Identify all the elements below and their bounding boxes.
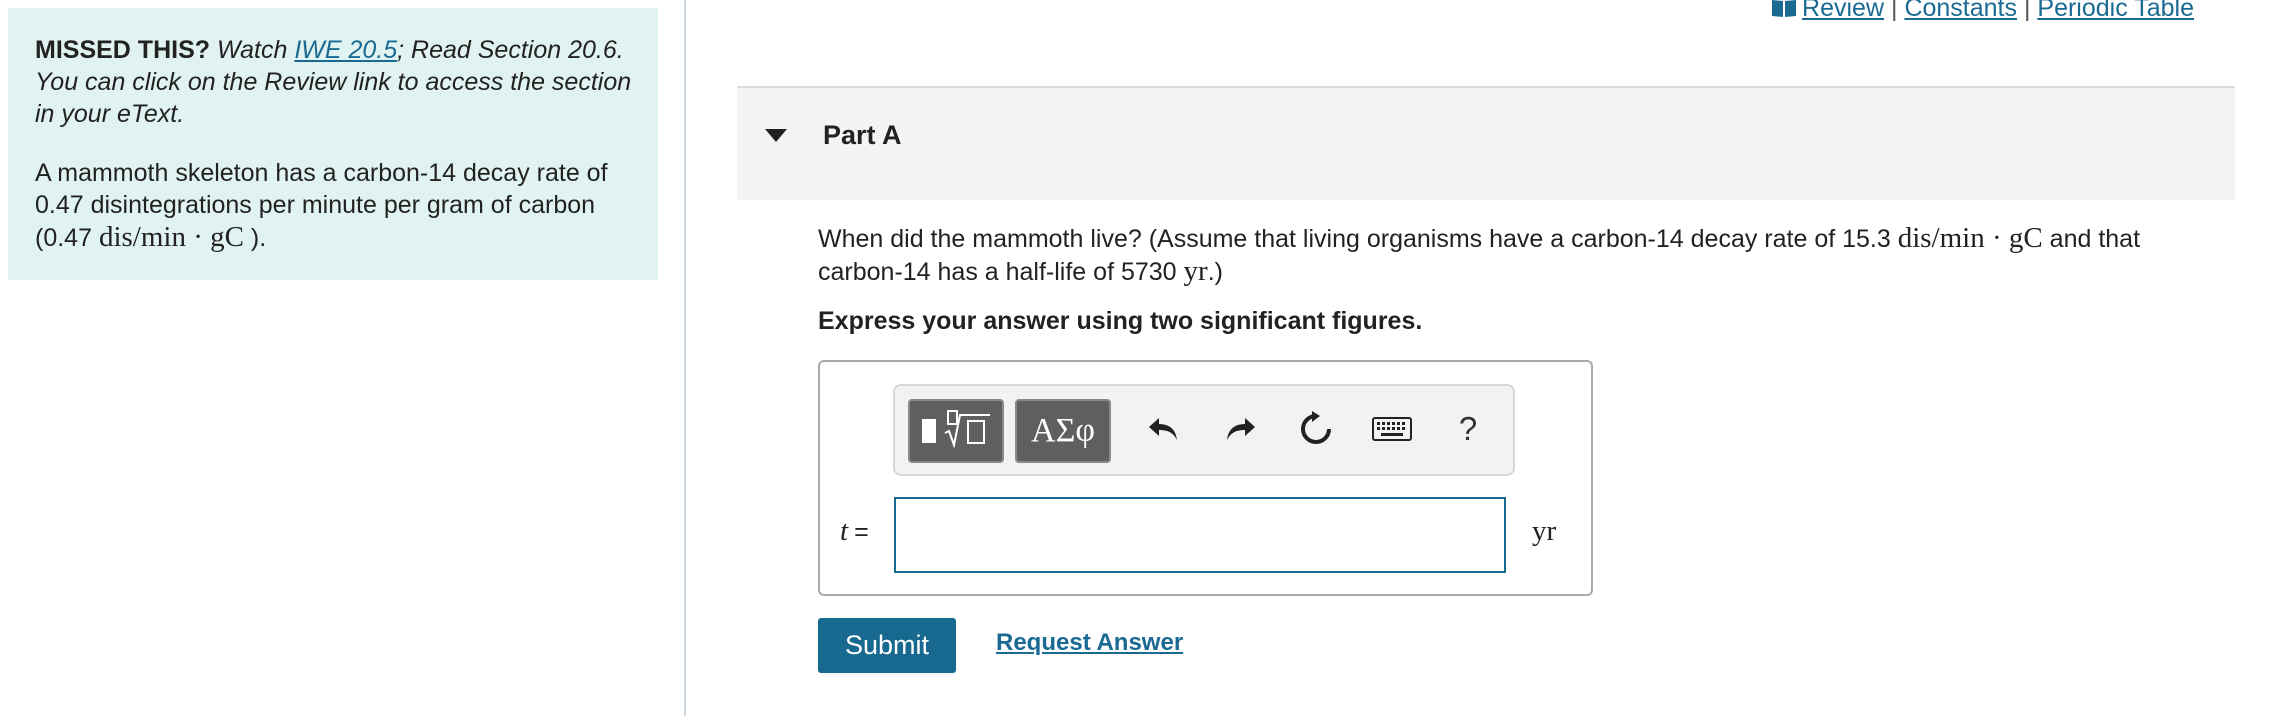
book-icon — [1770, 0, 1798, 17]
hint-panel: MISSED THIS? Watch IWE 20.5; Read Sectio… — [8, 8, 658, 280]
part-title: Part A — [823, 120, 902, 150]
request-answer-link[interactable]: Request Answer — [996, 629, 1183, 657]
variable-label: t = — [840, 515, 869, 548]
missed-label: MISSED THIS? — [35, 36, 211, 64]
problem-text-end: ). — [243, 224, 267, 252]
part-header[interactable]: Part A — [737, 86, 2235, 200]
resource-links: Review | Constants | Periodic Table — [1770, 0, 2194, 23]
constants-link[interactable]: Constants — [1904, 0, 2017, 22]
answer-box: ΑΣφ ? t = yr — [818, 360, 1593, 596]
variable-name: t — [840, 515, 849, 547]
keyboard-icon[interactable] — [1369, 406, 1415, 452]
column-divider — [684, 0, 686, 716]
question-text: When did the mammoth live? (Assume that … — [818, 222, 2218, 288]
collapse-caret-icon[interactable] — [765, 129, 787, 142]
review-link[interactable]: Review — [1802, 0, 1884, 22]
undo-icon[interactable] — [1141, 406, 1187, 452]
periodic-table-link[interactable]: Periodic Table — [2037, 0, 2194, 22]
answer-unit: yr — [1532, 515, 1557, 547]
iwe-link[interactable]: IWE 20.5 — [294, 36, 397, 64]
instruction-text: Express your answer using two significan… — [818, 307, 1423, 335]
help-button[interactable]: ? — [1445, 406, 1491, 452]
watch-text: Watch — [216, 36, 288, 64]
reset-icon[interactable] — [1293, 406, 1339, 452]
templates-button[interactable] — [908, 399, 1004, 463]
submit-button[interactable]: Submit — [818, 618, 956, 673]
problem-statement: A mammoth skeleton has a carbon-14 decay… — [35, 157, 632, 254]
templates-icon — [918, 407, 994, 456]
half-life-unit-math: yr — [1183, 255, 1208, 287]
missed-this-text: MISSED THIS? Watch IWE 20.5; Read Sectio… — [35, 34, 632, 130]
answer-input[interactable] — [894, 497, 1506, 573]
math-toolbar: ΑΣφ ? — [893, 384, 1515, 476]
question-text-part: When did the mammoth live? (Assume that … — [818, 225, 1898, 253]
question-unit-math: dis/min · gC — [1897, 222, 2043, 254]
greek-symbols-button[interactable]: ΑΣφ — [1015, 399, 1111, 463]
redo-icon[interactable] — [1217, 406, 1263, 452]
question-text-part: .) — [1207, 258, 1223, 286]
equals-sign: = — [854, 518, 869, 546]
link-separator: | — [2023, 0, 2031, 22]
problem-unit-math: dis/min · gC — [98, 221, 244, 253]
link-separator: | — [1890, 0, 1898, 22]
